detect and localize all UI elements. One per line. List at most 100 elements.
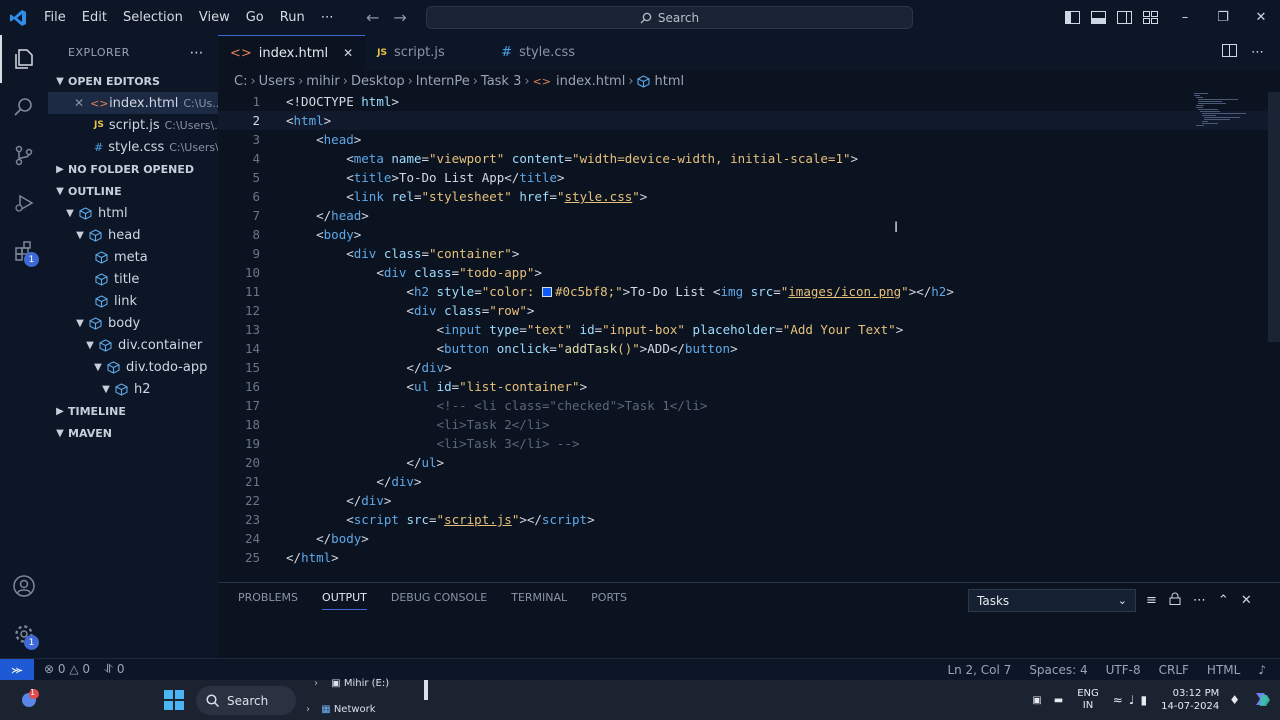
indentation[interactable]: Spaces: 4 <box>1029 663 1087 677</box>
remote-indicator-icon[interactable]: ⪼ <box>0 658 34 681</box>
tab-script-js[interactable]: JS script.js <box>365 35 489 70</box>
maven-section[interactable]: ▼ MAVEN <box>48 422 218 444</box>
code-line: <input type="text" id="input-box" placeh… <box>436 322 904 337</box>
tray-app-icon[interactable]: ▣ <box>1032 695 1041 706</box>
open-editors-section[interactable]: ▼ OPEN EDITORS <box>48 70 218 92</box>
tab-terminal[interactable]: TERMINAL <box>511 591 567 610</box>
breadcrumb-item[interactable]: html <box>655 74 685 89</box>
menu-go[interactable]: Go <box>238 0 272 35</box>
more-actions-icon[interactable]: ⋯ <box>1193 593 1206 608</box>
problems-indicator[interactable]: ⊗ 0 △ 0 <box>44 662 90 677</box>
back-arrow-icon[interactable]: ← <box>366 8 379 27</box>
close-icon[interactable]: ✕ <box>343 46 353 60</box>
weather-widget-icon[interactable]: 1 <box>18 688 40 714</box>
outline-section[interactable]: ▼ OUTLINE <box>48 180 218 202</box>
ports-indicator[interactable]: ⥯ 0 <box>104 662 124 677</box>
wifi-icon[interactable]: ≈ <box>1113 693 1123 707</box>
tab-output[interactable]: OUTPUT <box>322 591 367 610</box>
element-cube-icon <box>98 338 112 352</box>
extensions-icon[interactable]: 1 <box>0 227 48 275</box>
breadcrumb-item[interactable]: InternPe <box>416 74 470 89</box>
outline-item-body[interactable]: ▼ body <box>48 312 218 334</box>
notifications-bell-icon[interactable]: ♦ <box>1229 693 1240 707</box>
breadcrumb-item[interactable]: Users <box>259 74 295 89</box>
menu-file[interactable]: File <box>36 0 74 35</box>
editor-scrollbar[interactable] <box>1268 92 1280 342</box>
breadcrumb-item[interactable]: C: <box>234 74 247 89</box>
notifications-bell-icon[interactable]: ♪ <box>1258 663 1266 677</box>
menu-view[interactable]: View <box>191 0 238 35</box>
breadcrumb-item[interactable]: index.html <box>556 74 625 89</box>
tab-style-css[interactable]: # style.css <box>489 35 599 70</box>
forward-arrow-icon[interactable]: → <box>393 8 406 27</box>
copilot-icon[interactable] <box>1252 689 1272 712</box>
tab-debug-console[interactable]: DEBUG CONSOLE <box>391 591 487 610</box>
close-window-icon[interactable]: ✕ <box>1242 0 1280 35</box>
more-actions-icon[interactable]: ⋯ <box>190 45 205 61</box>
search-view-icon[interactable] <box>0 83 48 131</box>
language-mode[interactable]: HTML <box>1207 663 1240 677</box>
lock-icon[interactable] <box>1169 592 1181 609</box>
line-ending[interactable]: CRLF <box>1159 663 1189 677</box>
color-swatch[interactable] <box>541 287 552 297</box>
tab-ports[interactable]: PORTS <box>591 591 627 610</box>
toggle-primary-sidebar-icon[interactable] <box>1064 10 1080 26</box>
toggle-panel-icon[interactable] <box>1090 10 1106 26</box>
chevron-down-icon: ▼ <box>94 361 102 373</box>
menu-more[interactable]: ⋯ <box>313 0 342 35</box>
source-control-icon[interactable] <box>0 131 48 179</box>
maximize-panel-icon[interactable]: ⌃ <box>1218 593 1229 608</box>
start-windows-icon[interactable] <box>164 690 184 714</box>
tray-keyboard-icon[interactable]: ▬ <box>1054 695 1063 706</box>
outline-item-div-todo-app[interactable]: ▼ div.todo-app <box>48 356 218 378</box>
line-number: 8 <box>252 227 260 242</box>
outline-item-title[interactable]: title <box>48 268 218 290</box>
volume-icon[interactable]: ♩ <box>1129 693 1135 707</box>
run-debug-icon[interactable] <box>0 179 48 227</box>
output-channel-select[interactable]: Tasks ⌄ <box>968 589 1136 612</box>
menu-selection[interactable]: Selection <box>115 0 191 35</box>
explorer-icon[interactable] <box>0 35 48 83</box>
outline-item-h2[interactable]: ▼ h2 <box>48 378 218 400</box>
manage-gear-icon[interactable]: 1 <box>0 610 48 658</box>
language-indicator[interactable]: ENG IN <box>1077 688 1099 712</box>
minimize-icon[interactable]: – <box>1166 0 1204 35</box>
clock[interactable]: 03:12 PM 14-07-2024 <box>1161 687 1219 713</box>
breadcrumb-item[interactable]: Task 3 <box>481 74 521 89</box>
tab-problems[interactable]: PROBLEMS <box>238 591 298 610</box>
breadcrumb-item[interactable]: mihir <box>306 74 339 89</box>
accounts-icon[interactable] <box>0 562 48 610</box>
outline-item-meta[interactable]: meta <box>48 246 218 268</box>
restore-icon[interactable]: ❐ <box>1204 0 1242 35</box>
network-item[interactable]: › ▦ Network <box>306 704 376 715</box>
command-search-box[interactable]: Search <box>426 6 913 29</box>
customize-layout-icon[interactable] <box>1142 10 1158 26</box>
taskbar-search[interactable]: Search <box>196 686 296 715</box>
split-editor-icon[interactable] <box>1222 44 1237 61</box>
outline-item-div-container[interactable]: ▼ div.container <box>48 334 218 356</box>
breadcrumb-item[interactable]: Desktop <box>351 74 405 89</box>
timeline-section[interactable]: ▶ TIMELINE <box>48 400 218 422</box>
more-actions-icon[interactable]: ⋯ <box>1251 45 1264 60</box>
menu-edit[interactable]: Edit <box>74 0 115 35</box>
outline-item-html[interactable]: ▼ html <box>48 202 218 224</box>
minimap[interactable] <box>1192 92 1250 128</box>
code-editor[interactable]: 1 <!DOCTYPE html> 2 <html> 3 <head> 4 <met… <box>218 92 1280 582</box>
outline-item-head[interactable]: ▼ head <box>48 224 218 246</box>
close-icon[interactable]: ✕ <box>74 96 84 110</box>
menu-run[interactable]: Run <box>272 0 313 35</box>
outline-item-link[interactable]: link <box>48 290 218 312</box>
battery-icon[interactable]: ▮ <box>1141 693 1148 707</box>
encoding[interactable]: UTF-8 <box>1106 663 1141 677</box>
close-panel-icon[interactable]: ✕ <box>1241 593 1252 608</box>
open-editor-style-css[interactable]: # style.css C:\Users\... <box>48 136 218 158</box>
open-editor-script-js[interactable]: JS script.js C:\Users\... <box>48 114 218 136</box>
no-folder-section[interactable]: ▶ NO FOLDER OPENED <box>48 158 218 180</box>
toggle-secondary-sidebar-icon[interactable] <box>1116 10 1132 26</box>
tab-index-html[interactable]: <> index.html ✕ <box>218 35 366 70</box>
drive-item[interactable]: › ▣ Mihir (E:) <box>314 678 389 689</box>
cursor-position[interactable]: Ln 2, Col 7 <box>947 663 1011 677</box>
open-editor-index-html[interactable]: ✕ <> index.html C:\Us... <box>48 92 218 114</box>
clear-output-icon[interactable]: ≡ <box>1146 593 1157 608</box>
scrollbar-thumb[interactable] <box>424 680 428 700</box>
